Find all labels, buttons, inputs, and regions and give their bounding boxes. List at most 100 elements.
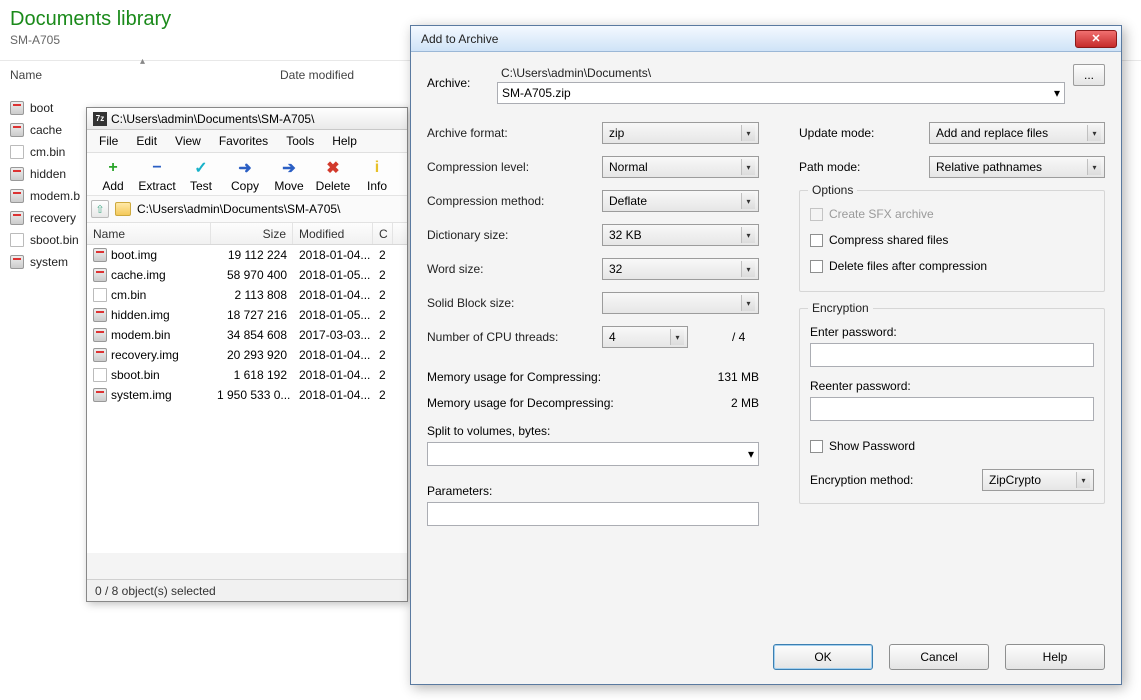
- address-text[interactable]: C:\Users\admin\Documents\SM-A705\: [137, 202, 340, 216]
- menu-edit[interactable]: Edit: [128, 132, 165, 150]
- chevron-down-icon: ▾: [1087, 159, 1101, 175]
- chevron-down-icon: ▾: [741, 261, 755, 277]
- encm-label: Encryption method:: [810, 473, 913, 487]
- info-button[interactable]: iInfo: [355, 159, 399, 193]
- pathmode-select[interactable]: Relative pathnames▾: [929, 156, 1105, 178]
- list-item[interactable]: boot.img19 112 2242018-01-04...2: [87, 245, 407, 265]
- update-select[interactable]: Add and replace files▾: [929, 122, 1105, 144]
- param-label: Parameters:: [427, 484, 759, 498]
- extract-button[interactable]: −Extract: [135, 159, 179, 193]
- threads-label: Number of CPU threads:: [427, 330, 602, 344]
- tree-item[interactable]: hidden: [10, 163, 80, 185]
- file-icon: [10, 233, 24, 247]
- col-name[interactable]: Name: [10, 68, 280, 82]
- tree-item[interactable]: boot: [10, 97, 80, 119]
- add-button[interactable]: +Add: [91, 159, 135, 193]
- add-to-archive-dialog: Add to Archive ✕ Archive: C:\Users\admin…: [410, 25, 1122, 685]
- dict-label: Dictionary size:: [427, 228, 602, 242]
- move-button[interactable]: ➔Move: [267, 159, 311, 193]
- menu-help[interactable]: Help: [324, 132, 365, 150]
- menu-tools[interactable]: Tools: [278, 132, 322, 150]
- password-input[interactable]: [810, 343, 1094, 367]
- list-item[interactable]: cm.bin2 113 8082018-01-04...2: [87, 285, 407, 305]
- tree-item[interactable]: cache: [10, 119, 80, 141]
- threads-select[interactable]: 4▾: [602, 326, 688, 348]
- copy-button[interactable]: ➜Copy: [223, 159, 267, 193]
- up-button[interactable]: ⇧: [91, 200, 109, 218]
- pwd2-label: Reenter password:: [810, 379, 1094, 393]
- disk-icon: [93, 328, 107, 342]
- sfx-checkbox: Create SFX archive: [810, 201, 1094, 227]
- sevenzip-file-list[interactable]: Name Size Modified C boot.img19 112 2242…: [87, 223, 407, 553]
- delete-checkbox[interactable]: Delete files after compression: [810, 253, 1094, 279]
- disk-icon: [93, 248, 107, 262]
- encryption-title: Encryption: [808, 301, 873, 315]
- list-item[interactable]: recovery.img20 293 9202018-01-04...2: [87, 345, 407, 365]
- explorer-file-list[interactable]: bootcachecm.binhiddenmodem.brecoverysboo…: [10, 97, 80, 273]
- level-select[interactable]: Normal▾: [602, 156, 759, 178]
- disk-icon: [10, 255, 24, 269]
- menu-file[interactable]: File: [91, 132, 126, 150]
- chevron-down-icon: ▾: [748, 447, 754, 461]
- memd-label: Memory usage for Decompressing:: [427, 396, 614, 410]
- disk-icon: [10, 167, 24, 181]
- tree-item[interactable]: modem.b: [10, 185, 80, 207]
- list-item[interactable]: system.img1 950 533 0...2018-01-04...2: [87, 385, 407, 405]
- list-item[interactable]: cache.img58 970 4002018-01-05...2: [87, 265, 407, 285]
- tree-item[interactable]: system: [10, 251, 80, 273]
- col-extra[interactable]: C: [373, 223, 393, 244]
- solid-label: Solid Block size:: [427, 296, 602, 310]
- archive-path: C:\Users\admin\Documents\: [497, 64, 1065, 82]
- chevron-down-icon: ▾: [670, 329, 684, 345]
- col-modified[interactable]: Modified: [293, 223, 373, 244]
- format-label: Archive format:: [427, 126, 602, 140]
- archive-name-combo[interactable]: SM-A705.zip ▾: [497, 82, 1065, 104]
- copy-icon: ➜: [235, 159, 255, 177]
- password-reenter-input[interactable]: [810, 397, 1094, 421]
- list-item[interactable]: sboot.bin1 618 1922018-01-04...2: [87, 365, 407, 385]
- memc-value: 131 MB: [718, 370, 759, 384]
- test-button[interactable]: ✓Test: [179, 159, 223, 193]
- menu-favorites[interactable]: Favorites: [211, 132, 276, 150]
- ok-button[interactable]: OK: [773, 644, 873, 670]
- close-button[interactable]: ✕: [1075, 30, 1117, 48]
- menu-view[interactable]: View: [167, 132, 209, 150]
- showpwd-checkbox[interactable]: Show Password: [810, 433, 1094, 459]
- encm-select[interactable]: ZipCrypto▾: [982, 469, 1094, 491]
- format-select[interactable]: zip▾: [602, 122, 759, 144]
- shared-checkbox[interactable]: Compress shared files: [810, 227, 1094, 253]
- move-icon: ➔: [279, 159, 299, 177]
- update-label: Update mode:: [799, 126, 929, 140]
- list-item[interactable]: modem.bin34 854 6082017-03-03...2: [87, 325, 407, 345]
- param-input[interactable]: [427, 502, 759, 526]
- pwd1-label: Enter password:: [810, 325, 1094, 339]
- tree-item[interactable]: cm.bin: [10, 141, 80, 163]
- threads-total: / 4: [732, 330, 745, 344]
- help-button[interactable]: Help: [1005, 644, 1105, 670]
- browse-button[interactable]: ...: [1073, 64, 1105, 86]
- info-icon: i: [367, 159, 387, 177]
- list-item[interactable]: hidden.img18 727 2162018-01-05...2: [87, 305, 407, 325]
- split-combo[interactable]: ▾: [427, 442, 759, 466]
- col-size[interactable]: Size: [211, 223, 293, 244]
- col-date[interactable]: Date modified: [280, 68, 420, 82]
- sevenzip-menubar[interactable]: FileEditViewFavoritesToolsHelp: [87, 130, 407, 153]
- cancel-button[interactable]: Cancel: [889, 644, 989, 670]
- explorer-columns[interactable]: Name Date modified: [10, 68, 420, 82]
- word-select[interactable]: 32▾: [602, 258, 759, 280]
- pathmode-label: Path mode:: [799, 160, 929, 174]
- dialog-titlebar[interactable]: Add to Archive ✕: [411, 26, 1121, 52]
- sevenzip-titlebar[interactable]: 7z C:\Users\admin\Documents\SM-A705\: [87, 108, 407, 130]
- tree-item[interactable]: sboot.bin: [10, 229, 80, 251]
- level-label: Compression level:: [427, 160, 602, 174]
- dict-select[interactable]: 32 KB▾: [602, 224, 759, 246]
- delete-button[interactable]: ✖Delete: [311, 159, 355, 193]
- sort-caret-icon: ▴: [140, 56, 145, 67]
- solid-select[interactable]: ▾: [602, 292, 759, 314]
- tree-item[interactable]: recovery: [10, 207, 80, 229]
- library-title: Documents library: [10, 8, 171, 31]
- col-name[interactable]: Name: [87, 223, 211, 244]
- method-select[interactable]: Deflate▾: [602, 190, 759, 212]
- chevron-down-icon: ▾: [1054, 86, 1060, 100]
- list-header[interactable]: Name Size Modified C: [87, 223, 407, 245]
